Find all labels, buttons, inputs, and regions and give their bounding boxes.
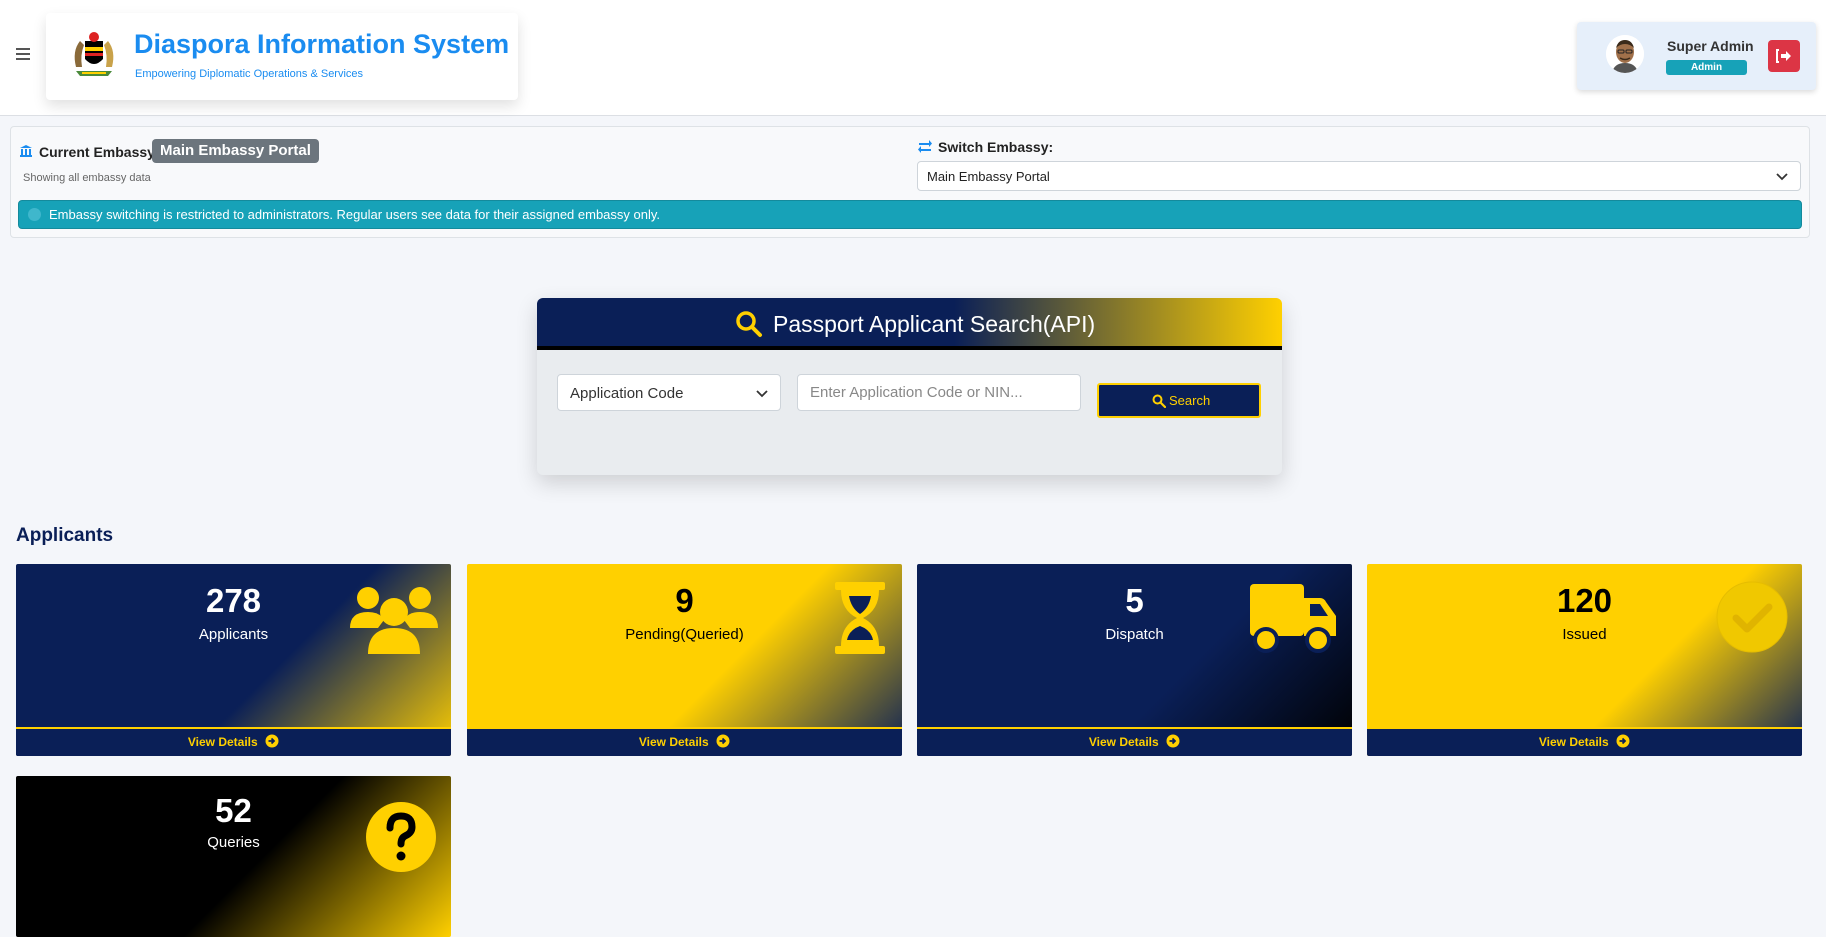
truck-icon: [1250, 584, 1336, 653]
top-header: Diaspora Information System Empowering D…: [0, 0, 1826, 116]
arrow-circle-right-icon: [716, 734, 730, 748]
arrow-circle-right-icon: [1166, 734, 1180, 748]
queries-card: 52 Queries: [16, 776, 451, 937]
current-embassy-label: Current Embassy:: [39, 144, 160, 160]
dispatch-view-details[interactable]: View Details: [917, 727, 1352, 756]
alert-text: Embassy switching is restricted to admin…: [49, 207, 661, 222]
coat-of-arms-logo: [74, 32, 114, 76]
exchange-icon: [918, 140, 932, 153]
hourglass-icon: [835, 582, 885, 654]
embassy-panel: Current Embassy: Main Embassy Portal Sho…: [10, 126, 1810, 238]
pending-view-details[interactable]: View Details: [467, 727, 902, 756]
search-type-select[interactable]: Application Code: [557, 374, 781, 411]
user-name: Super Admin: [1667, 38, 1754, 54]
landmark-icon: [20, 145, 32, 157]
brand-title: Diaspora Information System: [134, 29, 510, 59]
search-button-label: Search: [1169, 393, 1211, 408]
application-code-input[interactable]: [797, 374, 1081, 411]
search-icon: [1152, 394, 1166, 408]
user-profile-box: Super Admin Admin: [1577, 22, 1816, 90]
issued-view-details[interactable]: View Details: [1367, 727, 1802, 756]
applicants-view-details[interactable]: View Details: [16, 727, 451, 756]
applicants-card: 278 Applicants View Details: [16, 564, 451, 756]
question-circle-icon: [366, 802, 436, 872]
switch-embassy-value: Main Embassy Portal: [927, 169, 1050, 184]
check-circle-icon: [1716, 581, 1788, 653]
brand-subtitle: Empowering Diplomatic Operations & Servi…: [135, 68, 364, 80]
search-card-title: Passport Applicant Search(API): [773, 311, 1096, 337]
pending-card: 9 Pending(Queried) View Details: [467, 564, 902, 756]
switch-embassy-select[interactable]: Main Embassy Portal: [917, 161, 1801, 191]
search-type-value: Application Code: [570, 385, 684, 402]
issued-card: 120 Issued View Details: [1367, 564, 1802, 756]
arrow-circle-right-icon: [265, 734, 279, 748]
search-icon: [736, 311, 762, 337]
view-details-label: View Details: [187, 735, 258, 749]
view-details-label: View Details: [1538, 735, 1609, 749]
arrow-circle-right-icon: [1616, 734, 1630, 748]
search-card-header: Passport Applicant Search(API): [537, 298, 1282, 350]
user-avatar-icon: [1606, 35, 1644, 73]
sign-out-icon: [1776, 49, 1791, 63]
users-icon: [350, 587, 438, 654]
showing-data-text: Showing all embassy data: [23, 172, 151, 184]
current-embassy-badge: Main Embassy Portal: [152, 139, 319, 163]
switch-embassy-label: Switch Embassy:: [938, 139, 1054, 155]
info-icon: [28, 208, 41, 221]
info-alert: Embassy switching is restricted to admin…: [18, 200, 1802, 229]
passport-search-card: Passport Applicant Search(API) Applicati…: [537, 298, 1282, 475]
logout-button[interactable]: [1768, 40, 1800, 72]
avatar[interactable]: [1606, 35, 1644, 73]
view-details-label: View Details: [1088, 735, 1159, 749]
applicants-section-title: Applicants: [16, 525, 114, 546]
chevron-down-icon: [1776, 173, 1788, 181]
search-button[interactable]: Search: [1097, 383, 1261, 418]
dispatch-card: 5 Dispatch View Details: [917, 564, 1352, 756]
hamburger-menu-icon[interactable]: [16, 48, 30, 60]
chevron-down-icon: [756, 390, 768, 398]
role-badge: Admin: [1666, 60, 1747, 75]
brand-box[interactable]: Diaspora Information System Empowering D…: [46, 13, 518, 100]
view-details-label: View Details: [638, 735, 709, 749]
